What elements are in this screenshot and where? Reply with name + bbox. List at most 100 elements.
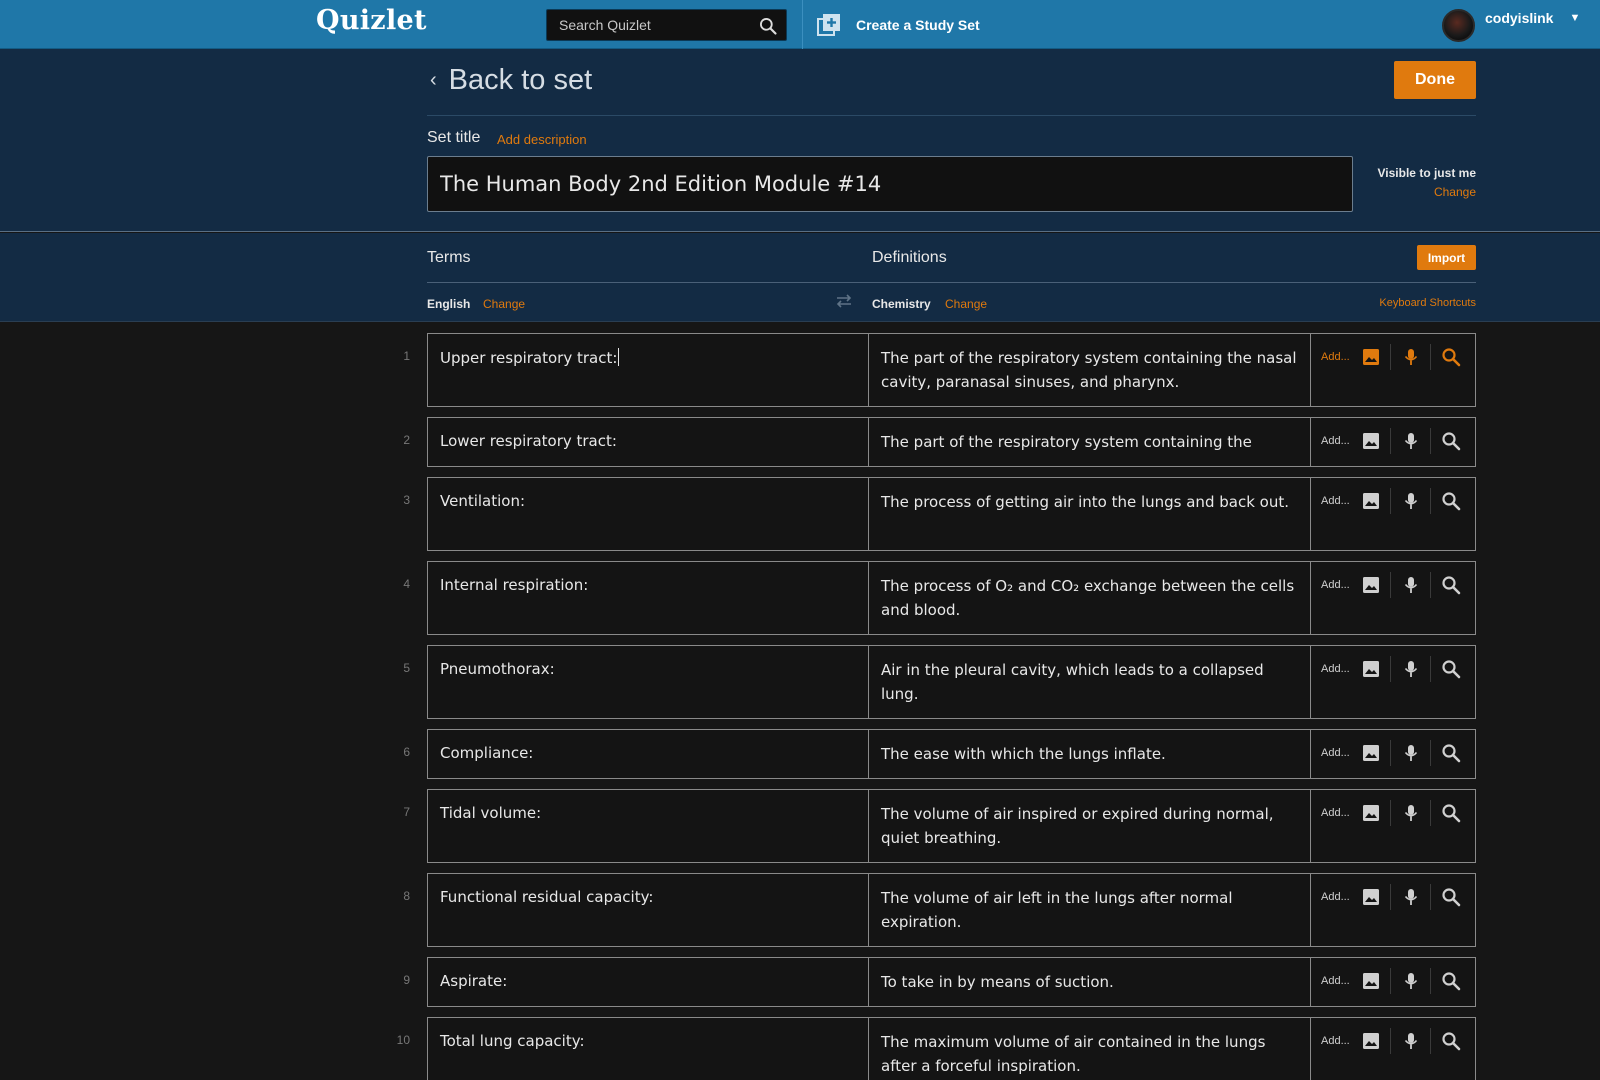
image-icon[interactable] bbox=[1351, 488, 1391, 514]
add-media-button[interactable]: Add... bbox=[1311, 435, 1351, 447]
search-input[interactable] bbox=[547, 10, 747, 40]
microphone-icon[interactable] bbox=[1391, 344, 1431, 370]
swap-icon[interactable] bbox=[835, 293, 853, 309]
keyboard-shortcuts-link[interactable]: Keyboard Shortcuts bbox=[1379, 297, 1476, 309]
add-media-button[interactable]: Add... bbox=[1311, 663, 1351, 675]
card-number: 3 bbox=[403, 493, 410, 507]
image-icon[interactable] bbox=[1351, 884, 1391, 910]
search-icon[interactable] bbox=[1431, 1028, 1471, 1054]
text-cursor bbox=[618, 348, 620, 366]
image-icon[interactable] bbox=[1351, 968, 1391, 994]
microphone-icon[interactable] bbox=[1391, 488, 1431, 514]
add-media-button[interactable]: Add... bbox=[1311, 807, 1351, 819]
search-icon[interactable] bbox=[1431, 656, 1471, 682]
card-row: Functional residual capacity: The volume… bbox=[427, 873, 1476, 947]
column-headers: Terms Definitions Import English Change … bbox=[0, 233, 1600, 322]
definition-text: The process of O₂ and CO₂ exchange betwe… bbox=[881, 577, 1295, 619]
microphone-icon[interactable] bbox=[1391, 800, 1431, 826]
term-text: Total lung capacity: bbox=[440, 1032, 585, 1050]
definition-field[interactable]: The volume of air left in the lungs afte… bbox=[869, 874, 1311, 946]
search-icon[interactable] bbox=[1431, 488, 1471, 514]
definition-field[interactable]: The part of the respiratory system conta… bbox=[869, 418, 1311, 466]
image-icon[interactable] bbox=[1351, 428, 1391, 454]
microphone-icon[interactable] bbox=[1391, 1028, 1431, 1054]
search-box bbox=[546, 9, 787, 41]
add-media-button[interactable]: Add... bbox=[1311, 747, 1351, 759]
definition-text: The volume of air inspired or expired du… bbox=[881, 805, 1274, 847]
search-icon[interactable] bbox=[1431, 968, 1471, 994]
set-title-label: Set title bbox=[427, 129, 481, 146]
card-tools: Add... bbox=[1311, 562, 1475, 608]
import-button[interactable]: Import bbox=[1417, 245, 1476, 270]
microphone-icon[interactable] bbox=[1391, 884, 1431, 910]
set-title-input[interactable] bbox=[427, 156, 1353, 212]
card-number: 4 bbox=[403, 577, 410, 591]
term-field[interactable]: Functional residual capacity: bbox=[428, 874, 869, 946]
search-icon[interactable] bbox=[1431, 884, 1471, 910]
avatar bbox=[1442, 9, 1475, 42]
user-menu[interactable]: codyislink ▼ bbox=[1442, 9, 1580, 42]
term-field[interactable]: Upper respiratory tract: bbox=[428, 334, 869, 406]
card-row: Ventilation: The process of getting air … bbox=[427, 477, 1476, 551]
done-button[interactable]: Done bbox=[1394, 61, 1476, 99]
add-media-button[interactable]: Add... bbox=[1311, 975, 1351, 987]
microphone-icon[interactable] bbox=[1391, 572, 1431, 598]
term-field[interactable]: Total lung capacity: bbox=[428, 1018, 869, 1080]
add-set-icon bbox=[817, 14, 840, 36]
definition-field[interactable]: The maximum volume of air contained in t… bbox=[869, 1018, 1311, 1080]
term-field[interactable]: Ventilation: bbox=[428, 478, 869, 550]
microphone-icon[interactable] bbox=[1391, 428, 1431, 454]
add-media-button[interactable]: Add... bbox=[1311, 351, 1351, 363]
term-field[interactable]: Pneumothorax: bbox=[428, 646, 869, 718]
card-tools: Add... bbox=[1311, 1018, 1475, 1064]
quizlet-logo[interactable]: Quizlet bbox=[316, 5, 427, 36]
chevron-left-icon: ‹ bbox=[430, 69, 437, 91]
card-row: Total lung capacity: The maximum volume … bbox=[427, 1017, 1476, 1080]
image-icon[interactable] bbox=[1351, 800, 1391, 826]
term-field[interactable]: Lower respiratory tract: bbox=[428, 418, 869, 466]
term-text: Pneumothorax: bbox=[440, 660, 555, 678]
term-language: English bbox=[427, 297, 471, 311]
definition-field[interactable]: The process of O₂ and CO₂ exchange betwe… bbox=[869, 562, 1311, 634]
term-field[interactable]: Compliance: bbox=[428, 730, 869, 778]
add-media-button[interactable]: Add... bbox=[1311, 495, 1351, 507]
card-tools: Add... bbox=[1311, 646, 1475, 692]
search-icon[interactable] bbox=[1431, 800, 1471, 826]
create-study-set-button[interactable]: Create a Study Set bbox=[816, 12, 980, 38]
add-media-button[interactable]: Add... bbox=[1311, 1035, 1351, 1047]
search-icon[interactable] bbox=[1431, 572, 1471, 598]
definition-field[interactable]: To take in by means of suction. bbox=[869, 958, 1311, 1006]
term-field[interactable]: Tidal volume: bbox=[428, 790, 869, 862]
card-tools: Add... bbox=[1311, 730, 1475, 776]
add-media-button[interactable]: Add... bbox=[1311, 891, 1351, 903]
term-field[interactable]: Aspirate: bbox=[428, 958, 869, 1006]
card-number: 9 bbox=[403, 973, 410, 987]
image-icon[interactable] bbox=[1351, 344, 1391, 370]
microphone-icon[interactable] bbox=[1391, 740, 1431, 766]
microphone-icon[interactable] bbox=[1391, 968, 1431, 994]
add-description-link[interactable]: Add description bbox=[497, 132, 587, 147]
image-icon[interactable] bbox=[1351, 572, 1391, 598]
back-to-set-link[interactable]: ‹ Back to set bbox=[430, 64, 592, 97]
card-number: 2 bbox=[403, 433, 410, 447]
card-tools: Add... bbox=[1311, 334, 1475, 380]
card-tools: Add... bbox=[1311, 478, 1475, 524]
image-icon[interactable] bbox=[1351, 740, 1391, 766]
definition-language-change-link[interactable]: Change bbox=[945, 297, 987, 311]
search-icon[interactable] bbox=[1431, 740, 1471, 766]
definition-field[interactable]: The part of the respiratory system conta… bbox=[869, 334, 1311, 406]
search-icon[interactable] bbox=[1431, 428, 1471, 454]
add-media-button[interactable]: Add... bbox=[1311, 579, 1351, 591]
definition-field[interactable]: The process of getting air into the lung… bbox=[869, 478, 1311, 550]
definition-field[interactable]: Air in the pleural cavity, which leads t… bbox=[869, 646, 1311, 718]
term-field[interactable]: Internal respiration: bbox=[428, 562, 869, 634]
search-icon[interactable] bbox=[1431, 344, 1471, 370]
term-language-change-link[interactable]: Change bbox=[483, 297, 525, 311]
visibility-change-link[interactable]: Change bbox=[1378, 185, 1476, 199]
image-icon[interactable] bbox=[1351, 1028, 1391, 1054]
microphone-icon[interactable] bbox=[1391, 656, 1431, 682]
image-icon[interactable] bbox=[1351, 656, 1391, 682]
definition-field[interactable]: The volume of air inspired or expired du… bbox=[869, 790, 1311, 862]
search-icon[interactable] bbox=[758, 16, 778, 36]
definition-field[interactable]: The ease with which the lungs inflate. bbox=[869, 730, 1311, 778]
